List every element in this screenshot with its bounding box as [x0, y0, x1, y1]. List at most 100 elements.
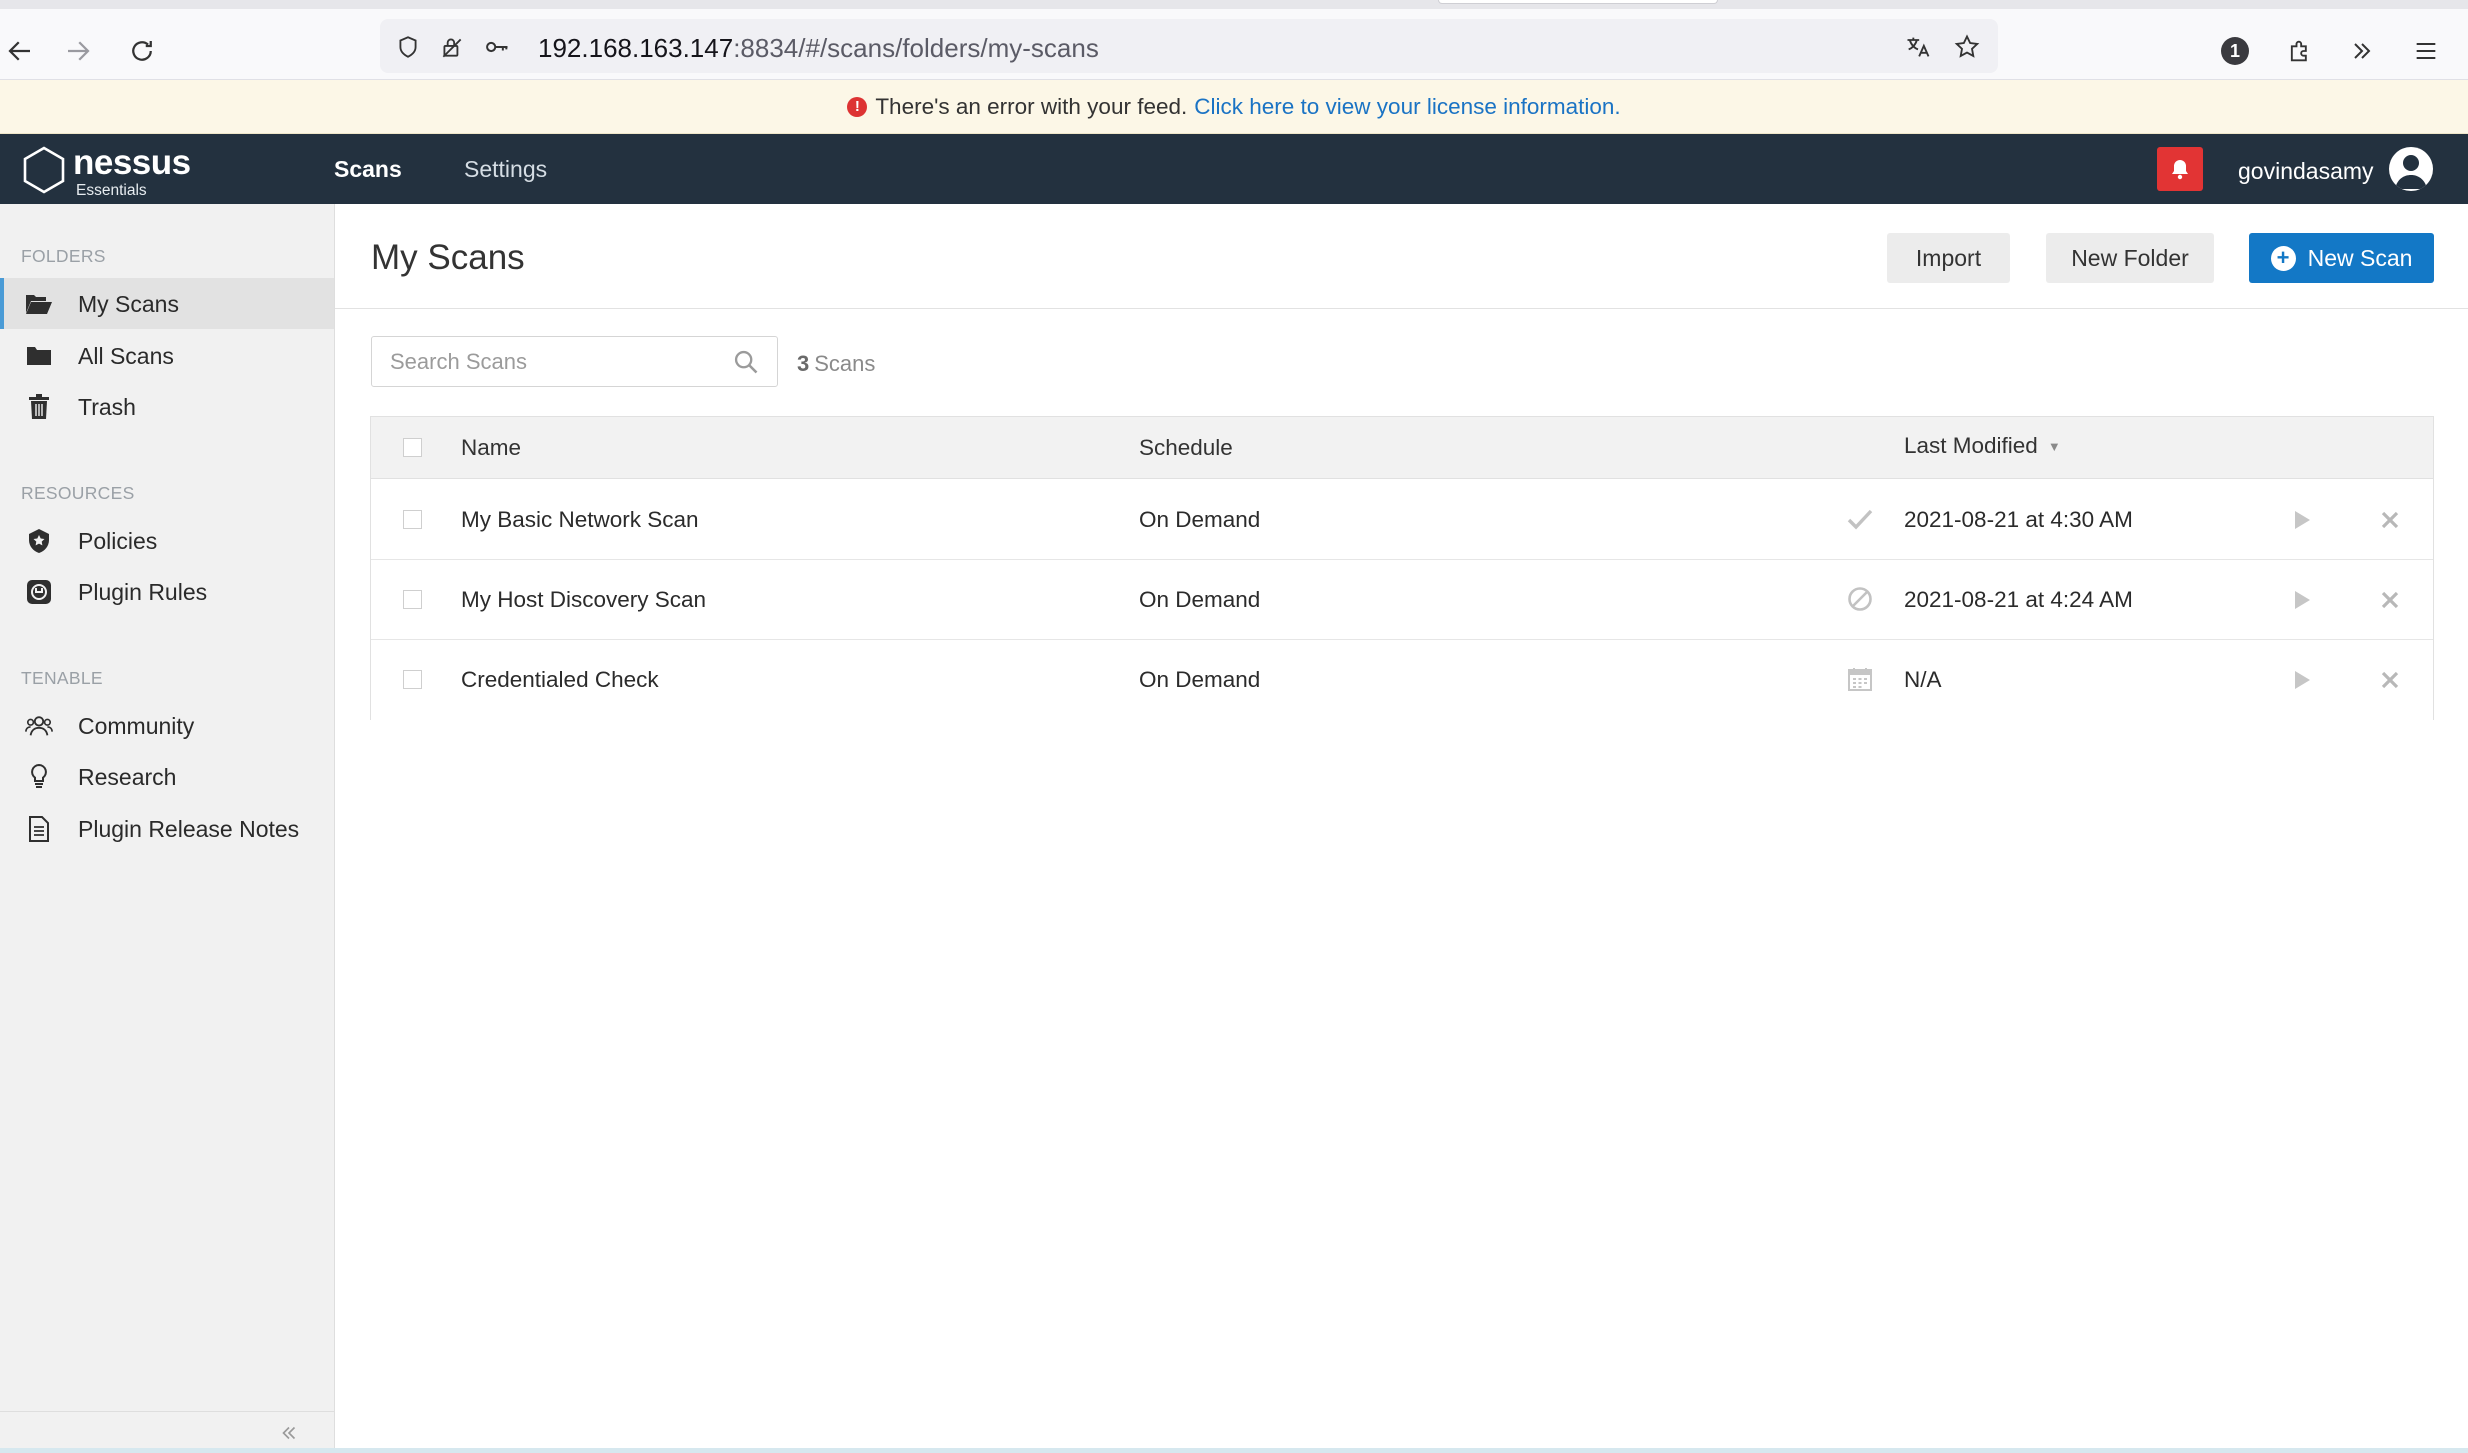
- sidebar-item-label: All Scans: [78, 343, 174, 369]
- scan-last-modified: 2021-08-21 at 4:30 AM: [1904, 507, 2133, 532]
- nav-scans[interactable]: Scans: [334, 156, 402, 183]
- column-header-last-modified-label: Last Modified: [1904, 433, 2038, 458]
- url-path: :8834/#/scans/folders/my-scans: [733, 33, 1099, 63]
- launch-scan-button[interactable]: [2289, 507, 2315, 533]
- sidebar-item-all-scans[interactable]: All Scans: [0, 330, 334, 381]
- sidebar-item-my-scans[interactable]: My Scans: [0, 278, 334, 329]
- row-checkbox[interactable]: [403, 670, 422, 689]
- window-bottom-edge: [0, 1448, 2468, 1453]
- folder-icon: [25, 342, 53, 370]
- plugin-rules-icon: [25, 578, 53, 606]
- sidebar-item-research[interactable]: Research: [0, 751, 334, 802]
- back-arrow-icon: [8, 41, 30, 61]
- app-menu-button[interactable]: [2406, 31, 2446, 71]
- users-icon: [25, 712, 53, 740]
- nessus-hexagon-icon: [23, 146, 65, 194]
- scan-last-modified: N/A: [1904, 667, 1942, 692]
- close-icon: [2381, 671, 2399, 689]
- notification-count: 1: [2229, 40, 2240, 61]
- user-avatar-icon[interactable]: [2389, 147, 2433, 191]
- sidebar-item-label: My Scans: [78, 291, 179, 317]
- collapse-sidebar-button[interactable]: [274, 1418, 304, 1448]
- sidebar-item-policies[interactable]: Policies: [0, 515, 334, 566]
- column-header-schedule[interactable]: Schedule: [1139, 435, 1233, 461]
- search-icon[interactable]: [732, 348, 760, 376]
- table-header: Name Schedule Last Modified ▼: [371, 417, 2433, 479]
- scan-name: My Basic Network Scan: [461, 507, 699, 532]
- delete-scan-button[interactable]: [2377, 587, 2403, 613]
- nessus-logo[interactable]: nessus Essentials: [18, 142, 208, 199]
- scan-last-modified: 2021-08-21 at 4:24 AM: [1904, 587, 2133, 612]
- row-checkbox[interactable]: [403, 510, 422, 529]
- table-row[interactable]: My Host Discovery Scan On Demand 2021-08…: [371, 560, 2433, 640]
- document-icon: [25, 815, 53, 843]
- folder-open-icon: [25, 290, 53, 318]
- banner-message: There's an error with your feed.: [875, 93, 1188, 119]
- url-bar[interactable]: 192.168.163.147:8834/#/scans/folders/my-…: [380, 19, 1998, 73]
- play-icon: [2295, 511, 2310, 529]
- insecure-lock-icon[interactable]: [436, 31, 468, 63]
- launch-scan-button[interactable]: [2289, 587, 2315, 613]
- sidebar-heading-tenable: TENABLE: [21, 668, 103, 688]
- notifications-bell-button[interactable]: [2157, 147, 2203, 191]
- trash-icon: [25, 393, 53, 421]
- reload-button[interactable]: [122, 31, 162, 71]
- new-folder-button[interactable]: New Folder: [2046, 233, 2214, 283]
- sidebar-heading-resources: RESOURCES: [21, 483, 135, 503]
- overflow-menu-button[interactable]: [2342, 31, 2382, 71]
- hamburger-icon: [2416, 42, 2436, 60]
- delete-scan-button[interactable]: [2377, 507, 2403, 533]
- logo-subtitle: Essentials: [76, 182, 147, 199]
- sidebar-item-plugin-rules[interactable]: Plugin Rules: [0, 566, 334, 617]
- canceled-icon: [1845, 584, 1875, 614]
- double-chevron-right-icon: [2354, 43, 2371, 59]
- sidebar-item-trash[interactable]: Trash: [0, 381, 334, 432]
- notification-badge: 1: [2221, 37, 2249, 65]
- browser-tab-strip: [0, 0, 2468, 9]
- launch-scan-button[interactable]: [2289, 667, 2315, 693]
- row-checkbox[interactable]: [403, 590, 422, 609]
- nav-settings[interactable]: Settings: [464, 156, 547, 183]
- close-icon: [2381, 511, 2399, 529]
- key-icon[interactable]: [481, 31, 513, 63]
- sidebar-item-plugin-release-notes[interactable]: Plugin Release Notes: [0, 803, 334, 854]
- exclamation-circle-icon: !: [847, 96, 868, 117]
- translate-icon[interactable]: [1902, 31, 1934, 63]
- feed-error-banner: ! There's an error with your feed. Click…: [0, 80, 2468, 134]
- bell-icon: [2172, 160, 2188, 180]
- sort-descending-icon: ▼: [2047, 439, 2061, 454]
- play-icon: [2295, 671, 2310, 689]
- back-button[interactable]: [0, 31, 40, 71]
- calendar-icon: [1845, 664, 1875, 694]
- double-chevron-left-icon: [282, 1426, 296, 1440]
- url-host: 192.168.163.147: [538, 33, 734, 63]
- sidebar: FOLDERS My Scans All Scans Trash RESOURC…: [0, 204, 335, 1453]
- scan-schedule: On Demand: [1139, 507, 1261, 532]
- delete-scan-button[interactable]: [2377, 667, 2403, 693]
- browser-tab[interactable]: [1438, 0, 1718, 4]
- forward-button[interactable]: [58, 31, 98, 71]
- extensions-button[interactable]: [2280, 31, 2320, 71]
- new-folder-button-label: New Folder: [2071, 244, 2189, 271]
- column-header-name[interactable]: Name: [461, 435, 521, 461]
- search-input[interactable]: [373, 338, 713, 385]
- table-row[interactable]: My Basic Network Scan On Demand 2021-08-…: [371, 480, 2433, 560]
- browser-toolbar: 192.168.163.147:8834/#/scans/folders/my-…: [0, 9, 2468, 80]
- sidebar-item-community[interactable]: Community: [0, 700, 334, 751]
- table-row[interactable]: Credentialed Check On Demand N/A: [371, 640, 2433, 720]
- scan-name: My Host Discovery Scan: [461, 587, 707, 612]
- shield-icon[interactable]: [392, 31, 424, 63]
- username[interactable]: govindasamy: [2238, 158, 2374, 185]
- shield-star-icon: [25, 527, 53, 555]
- import-button[interactable]: Import: [1887, 233, 2010, 283]
- url-text[interactable]: 192.168.163.147:8834/#/scans/folders/my-…: [538, 33, 1099, 64]
- bookmark-star-icon[interactable]: [1951, 31, 1983, 63]
- notifications-button[interactable]: 1: [2215, 31, 2255, 71]
- sidebar-item-label: Policies: [78, 528, 158, 554]
- select-all-checkbox[interactable]: [403, 438, 422, 457]
- reload-icon: [132, 41, 152, 61]
- column-header-last-modified[interactable]: Last Modified ▼: [1904, 433, 2061, 459]
- content-divider: [335, 308, 2468, 309]
- new-scan-button[interactable]: + New Scan: [2249, 233, 2434, 283]
- license-info-link[interactable]: Click here to view your license informat…: [1194, 94, 1620, 120]
